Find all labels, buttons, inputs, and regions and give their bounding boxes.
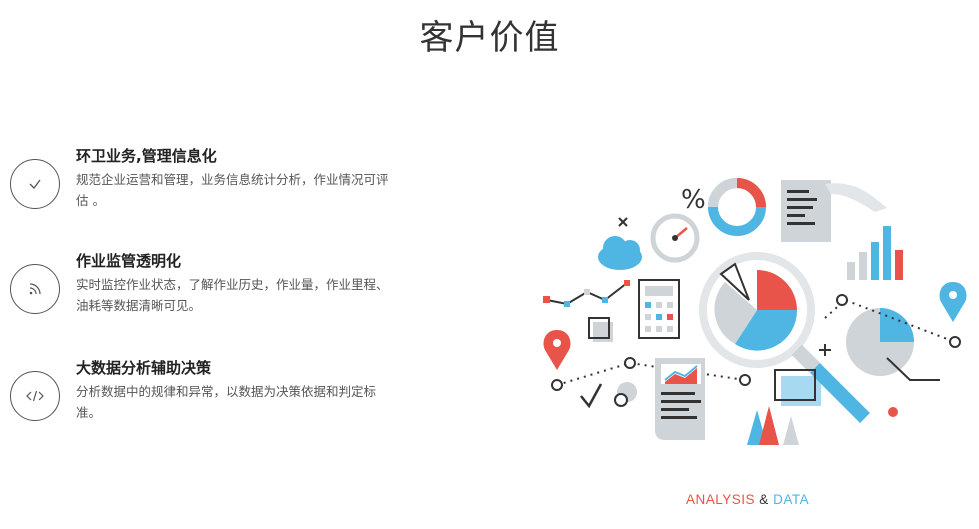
box-icon bbox=[774, 369, 821, 406]
page-title: 客户价值 bbox=[419, 18, 560, 58]
brand-part-data: DATA bbox=[773, 492, 810, 507]
feature-item-bigdata: 大数据分析辅助决策 分析数据中的规律和异常，以数据为决策依据和判定标准。 bbox=[10, 357, 400, 427]
feature-description: 实时监控作业状态，了解作业历史，作业量，作业里程、油耗等数据清晰可见。 bbox=[76, 277, 389, 313]
feature-icon-circle bbox=[10, 371, 60, 421]
brand-ampersand: & bbox=[759, 492, 769, 507]
check-icon bbox=[580, 383, 603, 409]
report-icon bbox=[655, 358, 705, 440]
dot-icon bbox=[888, 407, 898, 417]
calculator-icon bbox=[638, 279, 680, 339]
feature-description: 规范企业运营和管理，业务信息统计分析，作业情况可评估 。 bbox=[76, 172, 389, 208]
circle-icon bbox=[614, 382, 637, 407]
document-icon bbox=[781, 180, 887, 242]
illustration-brand-text: ANALYSIS & DATA bbox=[686, 492, 809, 507]
code-icon bbox=[26, 390, 44, 402]
percent-icon: % bbox=[681, 185, 706, 215]
close-icon bbox=[618, 217, 628, 227]
cloud-icon bbox=[598, 236, 642, 270]
analysis-data-illustration: % bbox=[543, 178, 967, 445]
plus-icon bbox=[819, 344, 831, 356]
donut-chart-icon bbox=[708, 178, 766, 236]
feature-item-management: 环卫业务,管理信息化 规范企业运营和管理，业务信息统计分析，作业情况可评估 。 bbox=[10, 145, 400, 215]
feature-title: 大数据分析辅助决策 bbox=[76, 359, 212, 377]
feature-item-transparency: 作业监管透明化 实时监控作业状态，了解作业历史，作业量，作业里程、油耗等数据清晰… bbox=[10, 250, 400, 320]
feature-description: 分析数据中的规律和异常，以数据为决策依据和判定标准。 bbox=[76, 384, 377, 420]
feature-icon-circle bbox=[10, 264, 60, 314]
bar-chart-icon bbox=[847, 226, 903, 280]
brand-part-analysis: ANALYSIS bbox=[686, 492, 756, 507]
svg-text:%: % bbox=[681, 185, 706, 215]
check-icon bbox=[29, 179, 41, 189]
feature-title: 环卫业务,管理信息化 bbox=[76, 147, 217, 165]
gauge-icon bbox=[650, 213, 700, 263]
square-icon bbox=[588, 317, 613, 342]
location-pin-icon bbox=[939, 282, 967, 322]
location-pin-icon bbox=[543, 330, 571, 370]
feature-icon-circle bbox=[10, 159, 60, 209]
line-chart-icon bbox=[543, 280, 630, 307]
feature-title: 作业监管透明化 bbox=[76, 252, 182, 270]
signal-icon bbox=[29, 283, 41, 295]
triangle-chart-icon bbox=[747, 406, 799, 445]
